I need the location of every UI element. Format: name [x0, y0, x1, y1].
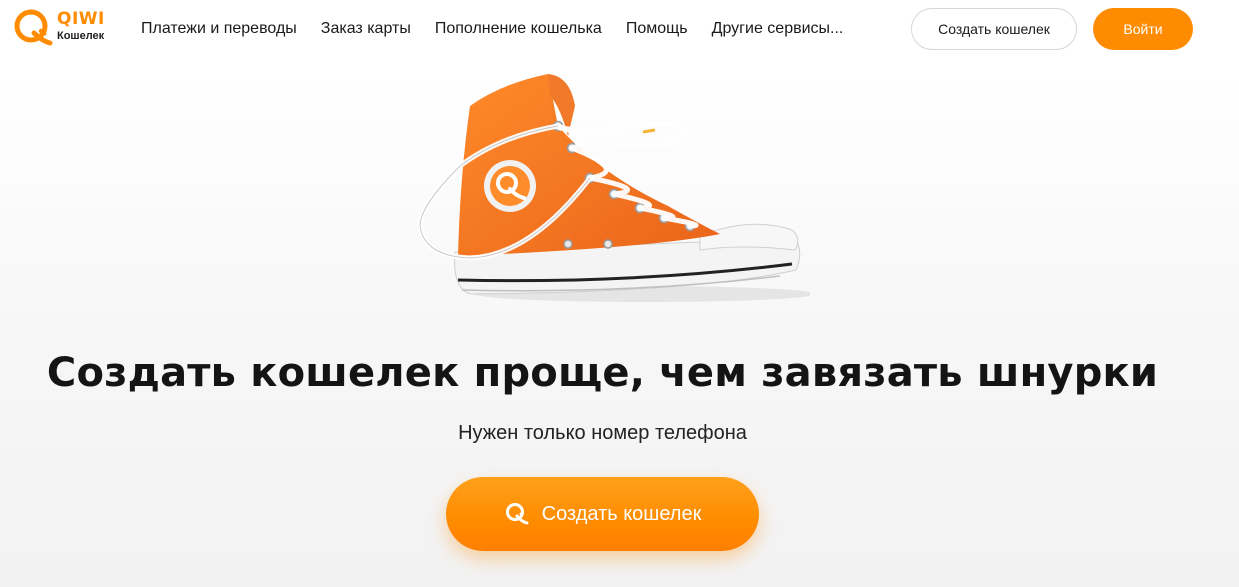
logo-subtitle: Кошелек: [57, 30, 105, 42]
page: QIWI Кошелек Платежи и переводы Заказ ка…: [0, 0, 1239, 587]
logo-text: QIWI Кошелек: [57, 11, 105, 42]
main-nav: Платежи и переводы Заказ карты Пополнени…: [141, 20, 867, 38]
qiwi-logo-icon: [505, 503, 529, 525]
login-button[interactable]: Войти: [1093, 8, 1193, 50]
nav-payments[interactable]: Платежи и переводы: [141, 20, 297, 38]
header: QIWI Кошелек Платежи и переводы Заказ ка…: [0, 0, 1239, 58]
create-wallet-button[interactable]: Создать кошелек: [911, 8, 1077, 50]
create-wallet-cta-button[interactable]: Создать кошелек: [446, 477, 759, 551]
logo-brand: QIWI: [57, 9, 105, 29]
nav-order-card[interactable]: Заказ карты: [321, 20, 411, 38]
qiwi-logo-icon: [14, 9, 53, 46]
sneaker-image: [417, 74, 810, 302]
nav-other-services[interactable]: Другие сервисы...: [712, 20, 844, 38]
cta-label: Создать кошелек: [541, 502, 702, 525]
hero-title: Создать кошелек проще, чем завязать шнур…: [46, 350, 1159, 396]
nav-help[interactable]: Помощь: [626, 20, 688, 38]
hero-subtitle: Нужен только номер телефона: [458, 422, 747, 444]
qiwi-logo[interactable]: QIWI Кошелек: [12, 8, 122, 50]
nav-top-up[interactable]: Пополнение кошелька: [435, 20, 602, 38]
